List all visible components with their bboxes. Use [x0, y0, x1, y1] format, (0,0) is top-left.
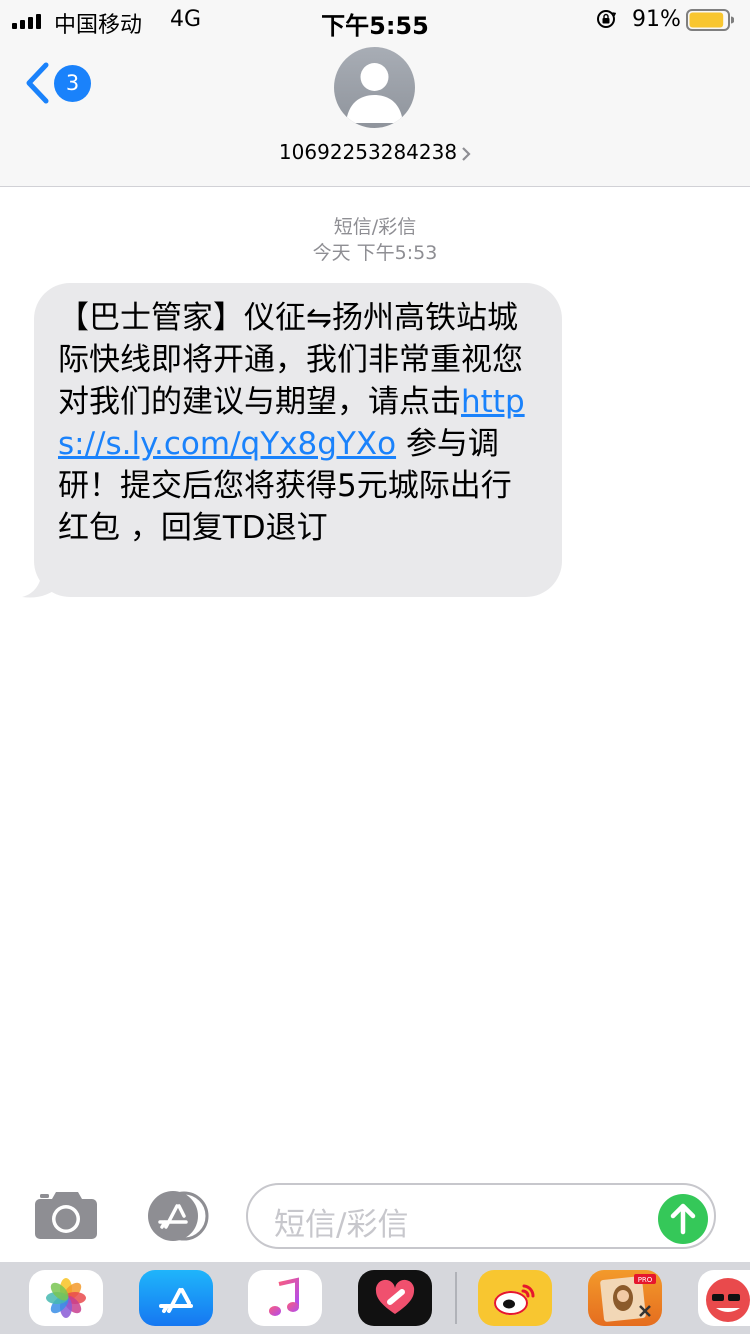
message-input-placeholder: 短信/彩信 [274, 1207, 409, 1243]
message-text-start: 【巴士管家】仪征⇋扬州高铁站城际快线即将开通，我们非常重视您对我们的建议与期望，… [58, 300, 523, 420]
orientation-lock-icon [597, 10, 616, 28]
incoming-message-bubble[interactable]: 【巴士管家】仪征⇋扬州高铁站城际快线即将开通，我们非常重视您对我们的建议与期望，… [34, 283, 562, 597]
status-bar: 中国移动 4G 下午5:55 91% [0, 0, 750, 40]
drawer-divider [455, 1272, 457, 1324]
svg-text:PRO: PRO [638, 1276, 653, 1284]
send-arrow-icon [670, 1203, 696, 1235]
message-timestamp: 今天 下午5:53 [312, 242, 438, 264]
avatar-icon[interactable] [334, 47, 415, 128]
heart-app-icon[interactable] [358, 1270, 432, 1326]
photos-icon[interactable] [29, 1270, 103, 1326]
music-icon[interactable] [248, 1270, 322, 1326]
app-drawer: PRO [0, 1262, 750, 1334]
partial-app-icon[interactable] [698, 1270, 750, 1326]
back-button[interactable]: 3 [20, 58, 100, 108]
conversation-header: 3 10692253284238 [0, 40, 750, 187]
message-input[interactable]: 短信/彩信 [246, 1183, 716, 1249]
unread-count-badge: 3 [54, 65, 91, 102]
app-store-icon[interactable] [140, 1191, 212, 1241]
weibo-icon[interactable] [478, 1270, 552, 1326]
photo-editor-pro-icon[interactable]: PRO [588, 1270, 662, 1326]
message-text: 【巴士管家】仪征⇋扬州高铁站城际快线即将开通，我们非常重视您对我们的建议与期望，… [58, 297, 540, 549]
battery-icon [686, 9, 734, 31]
app-store-icon[interactable] [139, 1270, 213, 1326]
battery-percent: 91% [632, 7, 681, 32]
camera-icon[interactable] [34, 1190, 98, 1240]
contact-number: 10692253284238 [278, 140, 458, 164]
contact-name-button[interactable]: 10692253284238 [0, 140, 750, 164]
chevron-right-icon [462, 146, 471, 161]
message-type-label: 短信/彩信 [333, 216, 417, 238]
back-chevron-icon [26, 62, 49, 104]
send-button[interactable] [658, 1194, 708, 1244]
